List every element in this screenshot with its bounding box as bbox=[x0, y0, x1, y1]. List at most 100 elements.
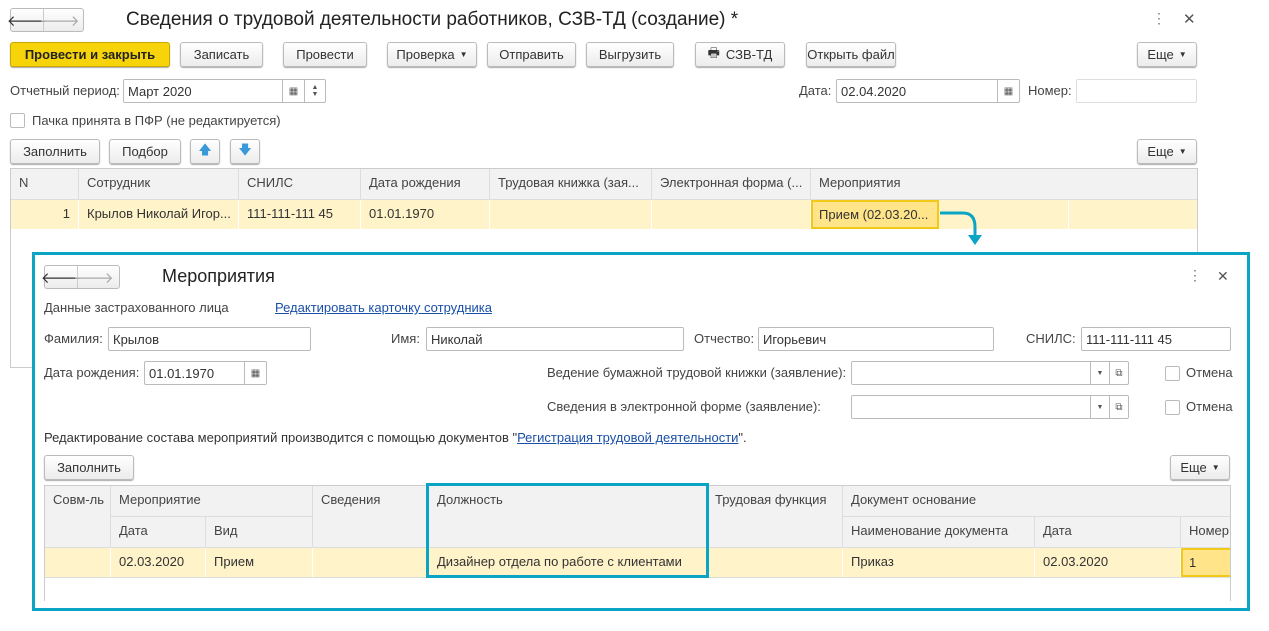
col-doc-date[interactable]: Дата bbox=[1035, 517, 1181, 548]
birth-label: Дата рождения: bbox=[44, 365, 140, 380]
col-function[interactable]: Трудовая функция bbox=[707, 486, 843, 548]
paper-label: Ведение бумажной трудовой книжки (заявле… bbox=[547, 365, 847, 380]
close-icon[interactable]: ✕ bbox=[1183, 10, 1196, 28]
calendar-icon[interactable]: ▦ bbox=[997, 80, 1019, 102]
name-label: Имя: bbox=[391, 331, 420, 346]
cell-event-kind: Прием bbox=[206, 548, 313, 577]
print-button[interactable]: 🖶 СЗВ-ТД bbox=[695, 42, 785, 67]
patronymic-label: Отчество: bbox=[694, 331, 755, 346]
cell-doc-name: Приказ bbox=[843, 548, 1035, 577]
cell-doc-date: 02.03.2020 bbox=[1035, 548, 1181, 577]
more-label: Еще bbox=[1147, 144, 1174, 159]
col-event-date[interactable]: Дата bbox=[111, 517, 206, 548]
col-n[interactable]: N bbox=[11, 169, 79, 200]
send-button[interactable]: Отправить bbox=[487, 42, 576, 67]
open-icon[interactable]: ⧉ bbox=[1109, 396, 1128, 418]
col-events[interactable]: Мероприятия bbox=[811, 169, 1197, 200]
period-stepper[interactable]: ▲ ▼ bbox=[304, 80, 325, 102]
close-icon[interactable]: ✕ bbox=[1217, 268, 1229, 285]
insured-label: Данные застрахованного лица bbox=[44, 300, 229, 315]
export-button[interactable]: Выгрузить bbox=[586, 42, 674, 67]
patronymic-input[interactable]: Игорьевич bbox=[758, 327, 994, 351]
electronic-cancel-checkbox[interactable] bbox=[1165, 400, 1180, 415]
cell-birth: 01.01.1970 bbox=[361, 200, 490, 229]
name-input[interactable]: Николай bbox=[426, 327, 684, 351]
cell-snils: 111-111-111 45 bbox=[239, 200, 361, 229]
events-dialog: 🡐 🡒 Мероприятия ⋮ ✕ Данные застрахованног… bbox=[32, 252, 1250, 611]
cell-function bbox=[707, 548, 843, 577]
col-electronic[interactable]: Электронная форма (... bbox=[652, 169, 811, 200]
accepted-checkbox[interactable] bbox=[10, 113, 25, 128]
more-button[interactable]: Еще ▼ bbox=[1137, 42, 1197, 67]
dialog-fill-button[interactable]: Заполнить bbox=[44, 455, 134, 480]
open-file-button[interactable]: Открыть файл bbox=[806, 42, 896, 67]
cell-empty bbox=[1069, 200, 1197, 229]
col-combo[interactable]: Совм-ль bbox=[45, 486, 111, 548]
history-nav: 🡐 🡒 bbox=[7, 8, 84, 32]
position-highlight bbox=[426, 483, 709, 578]
col-event[interactable]: Мероприятие bbox=[111, 486, 313, 517]
surname-label: Фамилия: bbox=[44, 331, 103, 346]
forward-icon[interactable]: 🡒 bbox=[39, 9, 80, 31]
more-actions-icon[interactable]: ⋮ bbox=[1188, 267, 1202, 284]
date-label: Дата: bbox=[799, 83, 832, 98]
back-icon[interactable]: 🡐 bbox=[41, 266, 81, 288]
note-suffix: ". bbox=[738, 430, 747, 445]
note-text: Редактирование состава мероприятий произ… bbox=[44, 430, 747, 445]
fill-button[interactable]: Заполнить bbox=[10, 139, 100, 164]
dropdown-icon: ▼ bbox=[1178, 50, 1187, 59]
dropdown-icon: ▼ bbox=[459, 50, 468, 59]
cell-electronic bbox=[652, 200, 811, 229]
cell-events[interactable]: Прием (02.03.20... bbox=[811, 200, 939, 229]
snils-input[interactable]: 111-111-111 45 bbox=[1081, 327, 1231, 351]
post-button[interactable]: Провести bbox=[283, 42, 367, 67]
col-employee[interactable]: Сотрудник bbox=[79, 169, 239, 200]
snils-label: СНИЛС: bbox=[1026, 331, 1076, 346]
birth-value: 01.01.1970 bbox=[149, 365, 215, 381]
calendar-icon[interactable]: ▦ bbox=[244, 362, 266, 384]
date-input[interactable]: 02.04.2020 ▦ bbox=[836, 79, 1020, 103]
dialog-more-button[interactable]: Еще ▼ bbox=[1170, 455, 1230, 480]
open-icon[interactable]: ⧉ bbox=[1109, 362, 1128, 384]
dropdown-icon: ▼ bbox=[1178, 147, 1187, 156]
cell-workbook bbox=[490, 200, 652, 229]
page-title: Сведения о трудовой деятельности работни… bbox=[126, 9, 739, 30]
table-more-button[interactable]: Еще ▼ bbox=[1137, 139, 1197, 164]
move-down-icon[interactable]: 🡇 bbox=[230, 139, 260, 164]
paper-cancel-checkbox[interactable] bbox=[1165, 366, 1180, 381]
col-event-kind[interactable]: Вид bbox=[206, 517, 313, 548]
dropdown-icon[interactable]: ▼ bbox=[1090, 396, 1109, 418]
birth-input[interactable]: 01.01.1970 ▦ bbox=[144, 361, 267, 385]
more-actions-icon[interactable]: ⋮ bbox=[1152, 10, 1166, 27]
dropdown-icon[interactable]: ▼ bbox=[1090, 362, 1109, 384]
surname-input[interactable]: Крылов bbox=[108, 327, 311, 351]
select-button[interactable]: Подбор bbox=[109, 139, 181, 164]
paper-select[interactable]: ▼ ⧉ bbox=[851, 361, 1129, 385]
col-snils[interactable]: СНИЛС bbox=[239, 169, 361, 200]
registration-link[interactable]: Регистрация трудовой деятельности bbox=[517, 430, 738, 445]
number-input[interactable] bbox=[1076, 79, 1197, 103]
move-up-icon[interactable]: 🡅 bbox=[190, 139, 220, 164]
electronic-label: Сведения в электронной форме (заявление)… bbox=[547, 399, 821, 414]
back-icon[interactable]: 🡐 bbox=[7, 9, 47, 31]
check-button[interactable]: Проверка ▼ bbox=[387, 42, 477, 67]
more-label: Еще bbox=[1180, 460, 1207, 475]
electronic-select[interactable]: ▼ ⧉ bbox=[851, 395, 1129, 419]
col-basis[interactable]: Документ основание bbox=[843, 486, 1230, 517]
more-label: Еще bbox=[1147, 47, 1174, 62]
period-input[interactable]: Март 2020 ▦ ▲ ▼ bbox=[123, 79, 326, 103]
cell-doc-num[interactable]: 1 bbox=[1181, 548, 1230, 577]
edit-employee-link[interactable]: Редактировать карточку сотрудника bbox=[275, 300, 492, 315]
calendar-icon[interactable]: ▦ bbox=[282, 80, 304, 102]
col-birth[interactable]: Дата рождения bbox=[361, 169, 490, 200]
col-doc-num[interactable]: Номер bbox=[1181, 517, 1230, 548]
save-button[interactable]: Записать bbox=[180, 42, 263, 67]
forward-icon[interactable]: 🡒 bbox=[73, 266, 114, 288]
period-label: Отчетный период: bbox=[10, 83, 120, 98]
col-workbook[interactable]: Трудовая книжка (зая... bbox=[490, 169, 652, 200]
col-doc-name[interactable]: Наименование документа bbox=[843, 517, 1035, 548]
col-info[interactable]: Сведения bbox=[313, 486, 429, 548]
post-close-button[interactable]: Провести и закрыть bbox=[10, 42, 170, 67]
dialog-history-nav: 🡐 🡒 bbox=[41, 265, 120, 289]
number-label: Номер: bbox=[1028, 83, 1072, 98]
